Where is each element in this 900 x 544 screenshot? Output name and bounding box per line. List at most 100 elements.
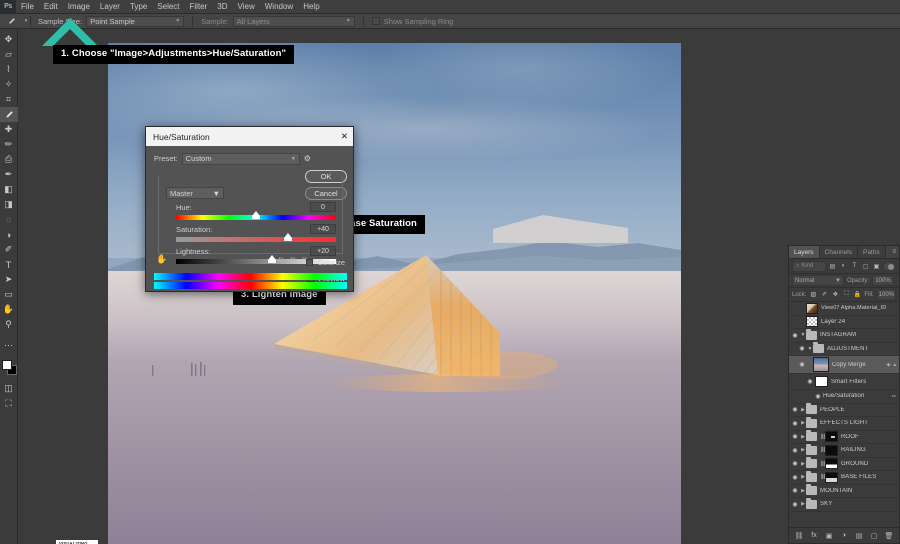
eraser-tool[interactable]: ◧ xyxy=(0,182,18,197)
visibility-toggle[interactable]: ◉ xyxy=(797,361,807,368)
visibility-toggle[interactable]: ◉ xyxy=(790,406,800,413)
clone-stamp-tool[interactable]: ⎙ xyxy=(0,152,18,167)
filter-enable-toggle[interactable] xyxy=(883,262,896,271)
pen-tool[interactable]: ✐ xyxy=(0,242,18,257)
visibility-toggle[interactable]: ◉ xyxy=(790,420,800,427)
tab-paths[interactable]: Paths xyxy=(858,246,886,258)
table-row[interactable]: ◉ Hue/Saturation ⚏ xyxy=(789,390,899,404)
table-row[interactable]: View07 Alpha.Material_ID xyxy=(789,302,899,316)
lock-all-icon[interactable]: 🔒 xyxy=(853,290,861,299)
saturation-thumb[interactable] xyxy=(284,233,292,238)
tab-layers[interactable]: Layers xyxy=(789,246,820,258)
table-row[interactable]: ◉ Smart Filters xyxy=(789,374,899,390)
table-row[interactable]: Layer 24 xyxy=(789,316,899,330)
lock-image-icon[interactable]: ✐ xyxy=(820,290,828,299)
table-row[interactable]: ◉ ▶ ⛓ ROOF xyxy=(789,431,899,445)
eyedropper-tool[interactable] xyxy=(0,107,18,122)
eyedropper-icon[interactable]: ⌭ xyxy=(278,255,284,265)
table-row[interactable]: ◉ ▶ MOUNTAIN xyxy=(789,485,899,499)
hand-icon[interactable]: ✋ xyxy=(156,254,167,265)
visibility-toggle[interactable]: ◉ xyxy=(790,460,800,467)
menu-window[interactable]: Window xyxy=(260,0,298,14)
visibility-toggle[interactable]: ◉ xyxy=(797,345,807,352)
hue-thumb[interactable] xyxy=(252,211,260,216)
chevron-up-icon[interactable]: ▴ xyxy=(893,362,896,368)
group-mask-thumbnail[interactable] xyxy=(825,458,838,469)
quick-mask-toggle[interactable]: ◫ xyxy=(0,381,18,396)
adjustment-layer-icon[interactable]: ◑ xyxy=(840,531,849,540)
layer-thumbnail[interactable] xyxy=(806,303,818,314)
lock-transparency-icon[interactable]: ▧ xyxy=(809,290,817,299)
tab-channels[interactable]: Channels xyxy=(820,246,858,258)
adjustment-filter-icon[interactable]: ◐ xyxy=(839,262,848,271)
eyedropper-icon[interactable] xyxy=(4,15,18,28)
lightness-thumb[interactable] xyxy=(268,255,276,260)
screen-mode-toggle[interactable]: ⛶ xyxy=(0,396,18,411)
zoom-tool[interactable]: ⚲ xyxy=(0,317,18,332)
foreground-color-swatch[interactable] xyxy=(2,360,12,370)
type-filter-icon[interactable]: T xyxy=(850,262,859,271)
preset-select[interactable]: Custom ▼ xyxy=(182,153,300,165)
blend-mode-select[interactable]: Normal ▼ xyxy=(792,275,844,286)
saturation-value[interactable]: +40 xyxy=(310,224,336,234)
path-selection-tool[interactable]: ➤ xyxy=(0,272,18,287)
layer-style-icon[interactable]: fx xyxy=(810,531,819,540)
menu-3d[interactable]: 3D xyxy=(212,0,232,14)
visibility-toggle[interactable]: ◉ xyxy=(790,433,800,440)
lasso-tool[interactable]: ⌇ xyxy=(0,62,18,77)
document-canvas[interactable] xyxy=(108,43,681,544)
visibility-toggle[interactable]: ◉ xyxy=(790,447,800,454)
close-icon[interactable]: ✕ xyxy=(341,132,348,141)
colorize-row[interactable]: Colorize xyxy=(306,258,345,267)
menu-file[interactable]: File xyxy=(16,0,39,14)
gradient-tool[interactable]: ◨ xyxy=(0,197,18,212)
link-layers-icon[interactable]: ⛓ xyxy=(795,531,804,540)
visibility-toggle[interactable]: ◉ xyxy=(790,474,800,481)
delete-layer-icon[interactable]: 🗑 xyxy=(885,531,894,540)
menu-help[interactable]: Help xyxy=(298,0,324,14)
quick-select-tool[interactable]: ✧ xyxy=(0,77,18,92)
table-row[interactable]: ◉ ▶ ⛓ GROUND xyxy=(789,458,899,472)
table-row[interactable]: ◉ Copy Merge ◈ ▴ xyxy=(789,356,899,374)
history-brush-tool[interactable]: ✒ xyxy=(0,167,18,182)
pixel-filter-icon[interactable]: ▤ xyxy=(828,262,837,271)
opacity-value[interactable]: 100% xyxy=(872,275,894,286)
filter-kind-select[interactable]: ⌕ Kind xyxy=(792,261,826,272)
visibility-toggle[interactable]: ◉ xyxy=(813,393,823,400)
move-tool[interactable]: ✥ xyxy=(0,32,18,47)
menu-type[interactable]: Type xyxy=(125,0,152,14)
table-row[interactable]: ◉ ▶ EFFECTS LIGHT xyxy=(789,417,899,431)
color-swatches[interactable] xyxy=(0,359,18,377)
brush-tool[interactable]: ✏ xyxy=(0,137,18,152)
eyedropper-add-icon[interactable]: ⌭ xyxy=(290,255,296,265)
visibility-toggle[interactable]: ◉ xyxy=(790,501,800,508)
new-layer-icon[interactable]: ▢ xyxy=(870,531,879,540)
menu-layer[interactable]: Layer xyxy=(95,0,125,14)
layer-mask-icon[interactable]: ▣ xyxy=(825,531,834,540)
shape-filter-icon[interactable]: ▢ xyxy=(861,262,870,271)
gear-icon[interactable]: ⚙ xyxy=(304,154,311,163)
shape-tool[interactable]: ▭ xyxy=(0,287,18,302)
lock-artboard-icon[interactable]: ⛶ xyxy=(842,290,850,299)
tool-preset-chevron-icon[interactable]: ▾ xyxy=(22,16,31,27)
show-sampling-ring-checkbox[interactable] xyxy=(372,17,380,25)
panel-menu-icon[interactable]: ≡ xyxy=(892,249,896,255)
crop-tool[interactable]: ⌗ xyxy=(0,92,18,107)
table-row[interactable]: ◉ ▼ INSTAGRAM xyxy=(789,329,899,343)
table-row[interactable]: ◉ ▶ ⛓ BASE FILES xyxy=(789,471,899,485)
saturation-track[interactable] xyxy=(176,237,336,242)
type-tool[interactable]: T xyxy=(0,257,18,272)
visibility-toggle[interactable]: ◉ xyxy=(805,378,815,385)
menu-filter[interactable]: Filter xyxy=(185,0,213,14)
layer-thumbnail[interactable] xyxy=(806,316,818,327)
table-row[interactable]: ◉ ▼ ADJUSTMENT xyxy=(789,343,899,357)
blur-tool[interactable]: ◌ xyxy=(0,212,18,227)
blend-options-icon[interactable]: ⚏ xyxy=(892,393,896,399)
hue-value[interactable]: 0 xyxy=(310,202,336,212)
more-tools-icon[interactable]: ⋯ xyxy=(0,338,18,353)
layer-thumbnail[interactable] xyxy=(813,357,829,372)
hand-tool[interactable]: ✋ xyxy=(0,302,18,317)
group-mask-thumbnail[interactable] xyxy=(825,431,838,442)
group-mask-thumbnail[interactable] xyxy=(825,445,838,456)
filter-mask-thumbnail[interactable] xyxy=(815,376,828,387)
